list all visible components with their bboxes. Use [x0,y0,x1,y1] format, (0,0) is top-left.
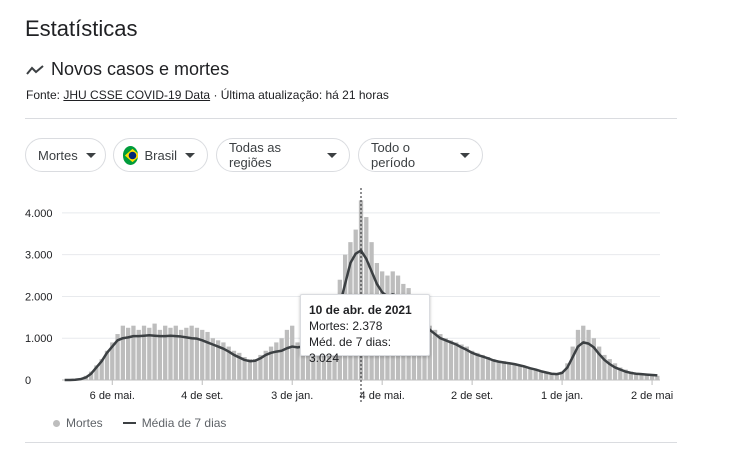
x-tick-label: 1 de jan. [541,390,583,402]
bar [200,329,205,380]
y-tick-label: 2.000 [25,291,53,303]
chevron-down-icon [85,152,96,158]
source-line: Fonte: JHU CSSE COVID-19 Data · Última a… [26,88,389,102]
bar [512,363,517,380]
x-tick-label: 4 de set. [181,390,223,402]
period-label: Todo o período [371,140,416,170]
bar [485,357,491,380]
bar [475,352,480,380]
legend-line-label: Média de 7 dias [141,416,227,430]
bar [575,329,581,380]
bar [274,342,279,380]
chevron-down-icon [460,152,470,158]
bar [522,367,528,380]
bar [438,334,443,380]
region-label: Todas as regiões [229,140,282,170]
country-label: Brasil [144,147,177,163]
bar [501,361,507,380]
y-tick-label: 4.000 [25,208,53,220]
bar [581,325,586,380]
bar [205,331,210,380]
region-dropdown[interactable]: Todas as regiões [216,138,350,172]
period-dropdown[interactable]: Todo o período [358,138,483,172]
bar [120,325,126,380]
bar [141,325,147,380]
source-link[interactable]: JHU CSSE COVID-19 Data [63,88,210,102]
bar [189,325,194,380]
bar [496,361,501,380]
tooltip-deaths: Mortes: 2.378 [309,319,383,333]
x-tick-label: 4 de mai. [360,390,405,402]
bar [131,325,136,380]
bar [517,365,522,380]
bar [507,363,512,380]
y-tick-label: 0 [25,375,31,387]
chevron-down-icon [185,152,195,158]
update-text: · Última atualização: há 21 horas [213,88,389,102]
chevron-down-icon [327,152,337,158]
x-tick-label: 6 de mai. [90,390,135,402]
bar [459,344,464,380]
legend-bars-label: Mortes [66,416,103,430]
chart-tooltip: 10 de abr. de 2021 Mortes: 2.378 Méd. de… [300,294,430,365]
brazil-flag-icon [123,145,139,165]
section-header: Novos casos e mortes [26,59,229,80]
y-tick-label: 1.000 [25,333,53,345]
bar [136,329,141,380]
metric-dropdown[interactable]: Mortes [25,138,106,172]
bar [173,325,178,380]
bar [126,327,131,380]
top-divider [25,118,677,119]
bar [538,371,544,380]
source-prefix: Fonte: [26,88,61,102]
bar [443,338,448,380]
bar [448,340,454,380]
tooltip-date: 10 de abr. de 2021 [309,303,412,317]
metric-label: Mortes [38,147,78,163]
bar [290,325,295,380]
bar [469,350,475,380]
x-tick-label: 2 de mai [631,390,673,402]
bar [586,329,591,380]
bar [432,329,438,380]
bar [152,323,157,380]
bar [284,329,290,380]
chart-x-axis: 6 de mai. 4 de set. 3 de jan. 4 de mai. 2 de… [90,380,673,402]
country-dropdown[interactable]: Brasil [113,138,208,172]
trending-line-icon [26,64,44,75]
legend-bars-swatch [53,419,60,427]
chart-legend: Mortes Média de 7 dias [53,416,226,430]
y-tick-label: 3.000 [25,250,53,262]
legend-line-swatch [122,422,136,424]
section-title: Novos casos e mortes [51,59,230,79]
x-tick-label: 2 de set. [451,390,493,402]
bottom-divider [25,442,677,443]
bar [491,359,496,380]
bar [454,342,459,380]
bar [194,327,200,380]
bar [157,329,163,380]
tooltip-average: Méd. de 7 dias: 3.024 [309,335,392,365]
x-tick-label: 3 de jan. [271,390,313,402]
bar [184,327,189,380]
bar [253,359,258,380]
bar [163,325,168,380]
page-title: Estatísticas [25,16,138,41]
bar [480,354,485,380]
bar [279,338,284,380]
deaths-chart[interactable]: 0 1.000 2.000 3.000 4.000 6 de mai. 4 de set.… [0,180,731,405]
bar [591,338,596,380]
